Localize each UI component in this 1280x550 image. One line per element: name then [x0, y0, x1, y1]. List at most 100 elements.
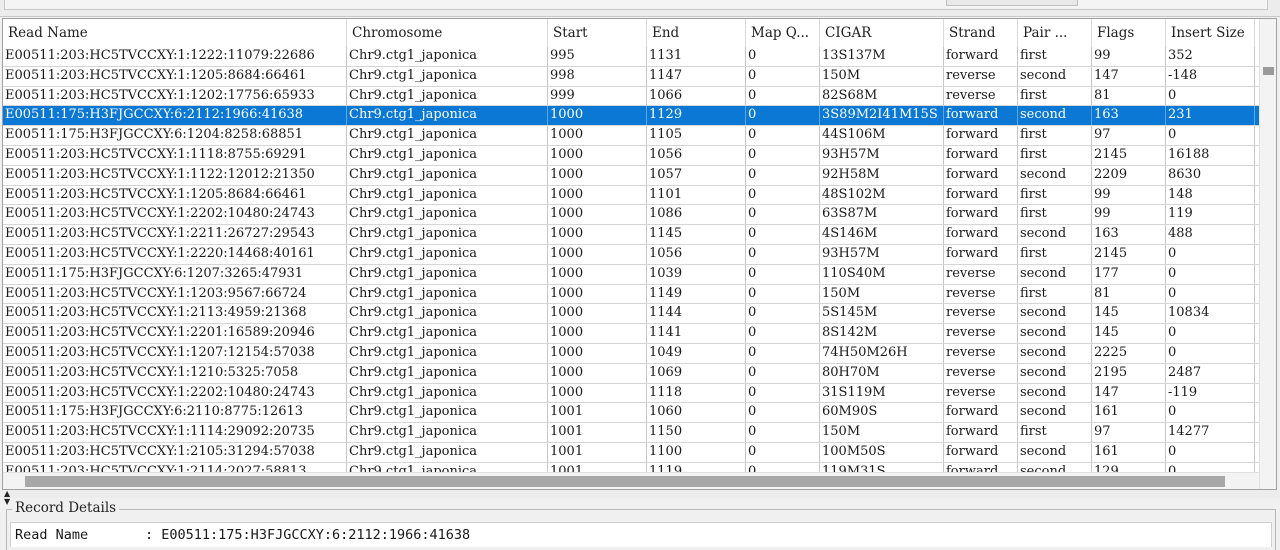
table-row[interactable]: E00511:203:HC5TVCCXY:1:2105:31294:57038 C… — [3, 442, 1259, 463]
cell-map-q: 0 — [746, 86, 820, 106]
cell-chromosome: Chr9.ctg1_japonica — [347, 324, 548, 343]
table-row[interactable]: E00511:203:HC5TVCCXY:1:1207:12154:57038 C… — [3, 343, 1259, 364]
cell-chromosome: Chr9.ctg1_japonica — [347, 106, 548, 126]
cell-pair: second — [1018, 403, 1092, 423]
cell-flags: 147 — [1092, 383, 1166, 403]
cell-flags: 99 — [1092, 47, 1166, 66]
cell-start: 1000 — [548, 324, 647, 343]
column-header-cigar[interactable]: CIGAR — [820, 19, 944, 47]
cell-insert-size: 119 — [1166, 205, 1255, 225]
cell-start: 1000 — [548, 225, 647, 244]
table-body: E00511:203:HC5TVCCXY:1:1222:11079:22686 C… — [3, 47, 1259, 483]
toolbar-button[interactable] — [946, 0, 1078, 6]
cell-flags: 161 — [1092, 403, 1166, 423]
alignment-table[interactable]: Read Name Chromosome Start End Map Q... CIGAR… — [2, 18, 1277, 490]
table-row[interactable]: E00511:203:HC5TVCCXY:1:2211:26727:29543 C… — [3, 225, 1259, 245]
column-header-flags[interactable]: Flags — [1092, 19, 1166, 47]
record-details-title: Record Details — [12, 500, 120, 516]
cell-chromosome: Chr9.ctg1_japonica — [347, 185, 548, 205]
cell-insert-size: -119 — [1166, 383, 1255, 403]
pane-splitter[interactable] — [0, 490, 1280, 498]
cell-flags: 97 — [1092, 423, 1166, 442]
cell-read-name: E00511:203:HC5TVCCXY:1:2201:16589:20946 — [3, 324, 347, 343]
cell-strand: forward — [944, 126, 1018, 145]
cell-end: 1060 — [647, 403, 746, 423]
column-header-strand[interactable]: Strand — [944, 19, 1018, 47]
table-row[interactable]: E00511:203:HC5TVCCXY:1:1203:9567:66724 Ch… — [3, 284, 1259, 305]
table-row[interactable]: E00511:203:HC5TVCCXY:1:2202:10480:24743 C… — [3, 205, 1259, 226]
table-row-selected[interactable]: E00511:175:H3FJGCCXY:6:2112:1966:41638 Ch… — [3, 106, 1259, 127]
column-header-start[interactable]: Start — [548, 19, 647, 47]
column-header-insert-size[interactable]: Insert Size — [1166, 19, 1255, 47]
cell-chromosome: Chr9.ctg1_japonica — [347, 284, 548, 304]
table-row[interactable]: E00511:175:H3FJGCCXY:6:2110:8775:12613 Ch… — [3, 403, 1259, 424]
column-header-end[interactable]: End — [647, 19, 746, 47]
cell-read-name: E00511:203:HC5TVCCXY:1:2220:14468:40161 — [3, 244, 347, 264]
table-row[interactable]: E00511:203:HC5TVCCXY:1:1222:11079:22686 C… — [3, 47, 1259, 67]
splitter-arrows-icon[interactable]: ▲ ▼ — [4, 490, 10, 506]
cell-end: 1101 — [647, 185, 746, 205]
cell-read-name: E00511:203:HC5TVCCXY:1:1122:12012:21350 — [3, 165, 347, 185]
horizontal-scrollbar[interactable] — [3, 472, 1259, 489]
column-header-pair[interactable]: Pair ... — [1018, 19, 1092, 47]
cell-strand: reverse — [944, 264, 1018, 284]
cell-start: 1000 — [548, 264, 647, 284]
vertical-scrollbar[interactable] — [1259, 19, 1276, 489]
cell-chromosome: Chr9.ctg1_japonica — [347, 47, 548, 66]
table-row[interactable]: E00511:203:HC5TVCCXY:1:1114:29092:20735 C… — [3, 423, 1259, 443]
cell-end: 1129 — [647, 106, 746, 126]
cell-cigar: 93H57M — [820, 244, 944, 264]
cell-cigar: 82S68M — [820, 86, 944, 106]
table-row[interactable]: E00511:203:HC5TVCCXY:1:1122:12012:21350 C… — [3, 165, 1259, 186]
table-row[interactable]: E00511:203:HC5TVCCXY:1:1210:5325:7058 Chr… — [3, 363, 1259, 384]
column-header-chromosome[interactable]: Chromosome — [347, 19, 548, 47]
cell-start: 1000 — [548, 244, 647, 264]
table-row[interactable]: E00511:203:HC5TVCCXY:1:1205:8684:66461 Ch… — [3, 66, 1259, 87]
cell-insert-size: 488 — [1166, 225, 1255, 244]
cell-start: 999 — [548, 86, 647, 106]
cell-read-name: E00511:175:H3FJGCCXY:6:1207:3265:47931 — [3, 264, 347, 284]
table-row[interactable]: E00511:203:HC5TVCCXY:1:1118:8755:69291 Ch… — [3, 145, 1259, 166]
cell-flags: 177 — [1092, 264, 1166, 284]
cell-flags: 2225 — [1092, 343, 1166, 363]
cell-chromosome: Chr9.ctg1_japonica — [347, 442, 548, 462]
cell-strand: reverse — [944, 383, 1018, 403]
cell-read-name: E00511:175:H3FJGCCXY:6:2112:1966:41638 — [3, 106, 347, 126]
table-row[interactable]: E00511:203:HC5TVCCXY:1:2201:16589:20946 C… — [3, 324, 1259, 344]
table-row[interactable]: E00511:203:HC5TVCCXY:1:2202:10480:24743 C… — [3, 383, 1259, 404]
cell-strand: forward — [944, 423, 1018, 442]
cell-read-name: E00511:203:HC5TVCCXY:1:1205:8684:66461 — [3, 185, 347, 205]
table-row[interactable]: E00511:175:H3FJGCCXY:6:1204:8258:68851 Ch… — [3, 126, 1259, 146]
cell-read-name: E00511:203:HC5TVCCXY:1:1222:11079:22686 — [3, 47, 347, 66]
table-row[interactable]: E00511:203:HC5TVCCXY:1:1205:8684:66461 Ch… — [3, 185, 1259, 206]
cell-cigar: 93H57M — [820, 145, 944, 165]
cell-end: 1057 — [647, 165, 746, 185]
cell-insert-size: 0 — [1166, 343, 1255, 363]
cell-cigar: 150M — [820, 66, 944, 86]
table-row[interactable]: E00511:175:H3FJGCCXY:6:1207:3265:47931 Ch… — [3, 264, 1259, 285]
column-header-map-q[interactable]: Map Q... — [746, 19, 820, 47]
table-row[interactable]: E00511:203:HC5TVCCXY:1:1202:17756:65933 C… — [3, 86, 1259, 107]
cell-cigar: 100M50S — [820, 442, 944, 462]
vertical-scroll-thumb[interactable] — [1263, 67, 1274, 75]
horizontal-scroll-thumb[interactable] — [25, 476, 1225, 487]
cell-strand: reverse — [944, 86, 1018, 106]
cell-strand: forward — [944, 403, 1018, 423]
cell-cigar: 110S40M — [820, 264, 944, 284]
cell-read-name: E00511:203:HC5TVCCXY:1:1118:8755:69291 — [3, 145, 347, 165]
cell-end: 1147 — [647, 66, 746, 86]
cell-end: 1056 — [647, 244, 746, 264]
cell-read-name: E00511:203:HC5TVCCXY:1:1202:17756:65933 — [3, 86, 347, 106]
cell-map-q: 0 — [746, 126, 820, 145]
cell-insert-size: 0 — [1166, 324, 1255, 343]
table-row[interactable]: E00511:203:HC5TVCCXY:1:2113:4959:21368 Ch… — [3, 304, 1259, 325]
column-header-read-name[interactable]: Read Name — [3, 19, 347, 47]
cell-pair: second — [1018, 225, 1092, 244]
cell-map-q: 0 — [746, 304, 820, 324]
cell-cigar: 44S106M — [820, 126, 944, 145]
cell-flags: 163 — [1092, 106, 1166, 126]
table-row[interactable]: E00511:203:HC5TVCCXY:1:2220:14468:40161 C… — [3, 244, 1259, 265]
cell-map-q: 0 — [746, 423, 820, 442]
cell-flags: 145 — [1092, 324, 1166, 343]
cell-chromosome: Chr9.ctg1_japonica — [347, 66, 548, 86]
